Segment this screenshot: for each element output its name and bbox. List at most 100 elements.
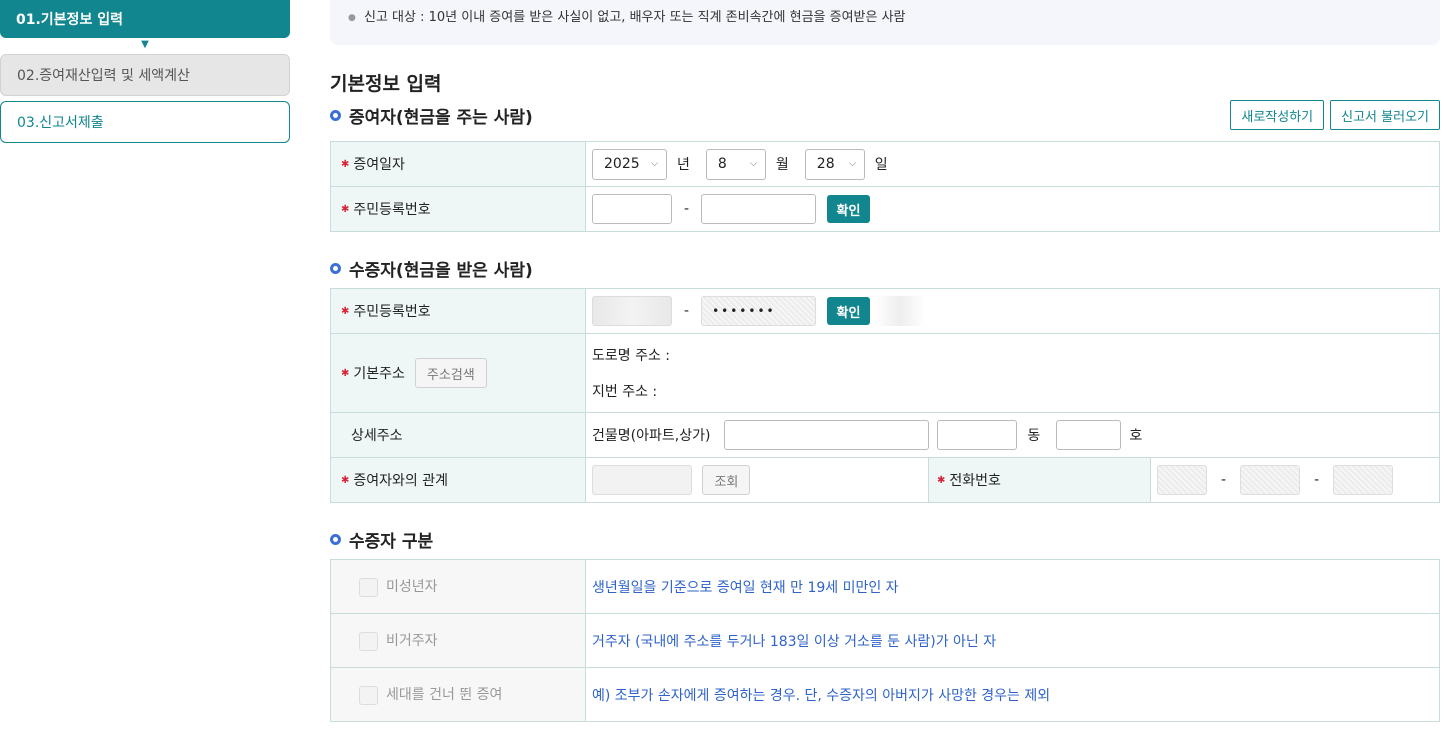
new-form-button[interactable]: 새로작성하기 — [1230, 100, 1325, 130]
minor-checkbox[interactable] — [359, 577, 378, 597]
detail-label: 상세주소 — [351, 428, 403, 444]
month-select[interactable]: 8 ⌵ — [705, 148, 766, 180]
relation-label-cell: ✱ 증여자와의 관계 — [330, 457, 586, 503]
phone-label: 전화번호 — [949, 473, 1001, 489]
year-unit: 년 — [677, 157, 690, 173]
donor-date-row: ✱ 증여일자 2025 ⌵ 년 8 ⌵ 월 28 ⌵ 일 — [330, 141, 1440, 187]
donee-relation-row: ✱ 증여자와의 관계 조회 ✱ 전화번호 -- — [330, 457, 1440, 503]
road-address: 도로명 주소 : — [592, 348, 671, 364]
detail-cell: 건물명(아파트,상가) 동 호 — [585, 412, 1440, 458]
donee-rrn-row: ✱ 주민등록번호 - ••••••• 확인 — [330, 288, 1440, 334]
address-search-button[interactable]: 주소검색 — [414, 358, 487, 388]
category-row-nonresident: 비거주자 거주자 (국내에 주소를 두거나 183일 이상 거소를 둔 사람)가… — [330, 613, 1440, 668]
required-mark-icon: ✱ — [341, 306, 350, 317]
donor-section-header: 증여자(현금을 주는 사람) 새로작성하기 신고서 불러오기 — [330, 100, 1440, 130]
category-section-title: 수증자 구분 — [330, 527, 433, 552]
nonresident-label-cell: 비거주자 — [330, 613, 586, 668]
dong-unit: 동 — [1027, 428, 1041, 444]
donee-title: 수증자(현금을 받은 사람) — [349, 260, 533, 281]
minor-label-cell: 미성년자 — [330, 559, 586, 614]
step-1-label: 01.기본정보 입력 — [16, 12, 123, 28]
donee-rrn-cell: - ••••••• 확인 — [585, 288, 1440, 334]
donee-table: ✱ 주민등록번호 - ••••••• 확인 ✱ 기본주소 주소검색 도로명 주소 : … — [330, 288, 1440, 503]
donor-title: 증여자(현금을 주는 사람) — [349, 107, 533, 128]
donor-rrn-label-cell: ✱ 주민등록번호 — [330, 186, 586, 232]
donor-rrn-back-input[interactable] — [701, 194, 817, 224]
chevron-down-icon: ⌵ — [651, 159, 658, 169]
blurred-name-field — [874, 296, 925, 326]
generation-skip-label: 세대를 건너 뛴 증여 — [386, 687, 503, 704]
generation-skip-checkbox[interactable] — [359, 685, 378, 705]
bullet-icon: ● — [348, 12, 356, 23]
down-arrow-icon: ▼ — [141, 39, 149, 50]
generation-skip-desc: 예) 조부가 손자에게 증여하는 경우. 단, 수증자의 아버지가 사망한 경우… — [585, 667, 1440, 722]
day-unit: 일 — [874, 157, 888, 173]
step-2-label: 02.증여재산입력 및 세액계산 — [17, 68, 190, 84]
year-select[interactable]: 2025 ⌵ — [592, 148, 667, 180]
day-select[interactable]: 28 ⌵ — [804, 148, 865, 180]
chevron-down-icon: ⌵ — [848, 159, 856, 169]
notice-box: ● 신고 대상 : 10년 이내 증여를 받은 사실이 없고, 배우자 또는 직… — [330, 0, 1440, 45]
step-sidebar: 01.기본정보 입력 ▼ 02.증여재산입력 및 세액계산 03.신고서제출 — [0, 0, 290, 143]
notice-text: 신고 대상 : 10년 이내 증여를 받은 사실이 없고, 배우자 또는 직계 … — [364, 10, 906, 25]
relation-input[interactable] — [592, 465, 692, 495]
donee-rrn-front-input[interactable] — [592, 296, 672, 326]
phone-cell: -- — [1150, 457, 1440, 503]
required-mark-icon: ✱ — [341, 159, 350, 170]
donor-rrn-label: 주민등록번호 — [353, 202, 431, 218]
donee-rrn-label-cell: ✱ 주민등록번호 — [330, 288, 586, 334]
donee-address-row: ✱ 기본주소 주소검색 도로명 주소 : 지번 주소 : — [330, 333, 1440, 413]
circle-bullet-icon — [330, 109, 341, 121]
minor-desc: 생년월일을 기준으로 증여일 현재 만 19세 미만인 자 — [585, 559, 1440, 614]
donor-table: ✱ 증여일자 2025 ⌵ 년 8 ⌵ 월 28 ⌵ 일 ✱ 주민등록번호 - 확인 — [330, 141, 1440, 232]
phone-label-cell: ✱ 전화번호 — [928, 457, 1151, 503]
donee-rrn-back-input[interactable]: ••••••• — [701, 296, 817, 326]
year-value: 2025 — [604, 156, 640, 172]
donor-confirm-button[interactable]: 확인 — [826, 195, 871, 223]
category-section-header: 수증자 구분 — [330, 525, 1440, 553]
relation-label: 증여자와의 관계 — [353, 473, 449, 489]
required-mark-icon: ✱ — [341, 475, 350, 486]
step-3-submit[interactable]: 03.신고서제출 — [0, 101, 290, 143]
phone-part-1-input[interactable] — [1157, 465, 1207, 495]
donor-date-label: 증여일자 — [353, 157, 405, 173]
phone-dash-1: - — [1221, 472, 1227, 488]
generation-skip-label-cell: 세대를 건너 뛴 증여 — [330, 667, 586, 722]
step-1-basic-info[interactable]: 01.기본정보 입력 — [0, 0, 290, 38]
donor-rrn-front-input[interactable] — [592, 194, 672, 224]
donor-rrn-row: ✱ 주민등록번호 - 확인 — [330, 186, 1440, 232]
donee-section-header: 수증자(현금을 받은 사람) — [330, 254, 1440, 282]
circle-bullet-icon — [330, 262, 341, 274]
phone-part-2-input[interactable] — [1240, 465, 1301, 495]
donee-section-title: 수증자(현금을 받은 사람) — [330, 256, 533, 281]
donee-address-cell: 도로명 주소 : 지번 주소 : — [585, 333, 1440, 413]
building-input[interactable] — [724, 420, 930, 450]
day-value: 28 — [816, 156, 835, 172]
main-content: ● 신고 대상 : 10년 이내 증여를 받은 사실이 없고, 배우자 또는 직… — [330, 0, 1440, 722]
relation-lookup-button[interactable]: 조회 — [702, 465, 751, 495]
donee-confirm-button[interactable]: 확인 — [826, 297, 871, 325]
category-table: 미성년자 생년월일을 기준으로 증여일 현재 만 19세 미만인 자 비거주자 … — [330, 559, 1440, 722]
minor-label: 미성년자 — [386, 579, 438, 596]
step-2-property-tax[interactable]: 02.증여재산입력 및 세액계산 — [0, 54, 290, 96]
chevron-down-icon: ⌵ — [750, 159, 757, 169]
required-mark-icon: ✱ — [937, 475, 946, 486]
step-3-label: 03.신고서제출 — [17, 115, 104, 131]
donor-section-title: 증여자(현금을 주는 사람) — [330, 103, 533, 128]
lot-address: 지번 주소 : — [592, 384, 658, 400]
ho-input[interactable] — [1056, 420, 1122, 450]
load-return-button[interactable]: 신고서 불러오기 — [1330, 100, 1440, 130]
nonresident-label: 비거주자 — [386, 633, 438, 650]
circle-bullet-icon — [330, 533, 341, 545]
month-unit: 월 — [775, 157, 789, 173]
nonresident-desc: 거주자 (국내에 주소를 두거나 183일 이상 거소를 둔 사람)가 아닌 자 — [585, 613, 1440, 668]
donee-detail-row: 상세주소 건물명(아파트,상가) 동 호 — [330, 412, 1440, 458]
category-title: 수증자 구분 — [349, 531, 434, 552]
header-buttons: 새로작성하기 신고서 불러오기 — [1230, 100, 1440, 130]
address-label: 기본주소 — [353, 366, 405, 382]
dong-input[interactable] — [937, 420, 1018, 450]
relation-cell: 조회 — [585, 457, 929, 503]
rrn-dash: - — [684, 303, 690, 319]
phone-part-3-input[interactable] — [1333, 465, 1394, 495]
nonresident-checkbox[interactable] — [359, 631, 378, 651]
